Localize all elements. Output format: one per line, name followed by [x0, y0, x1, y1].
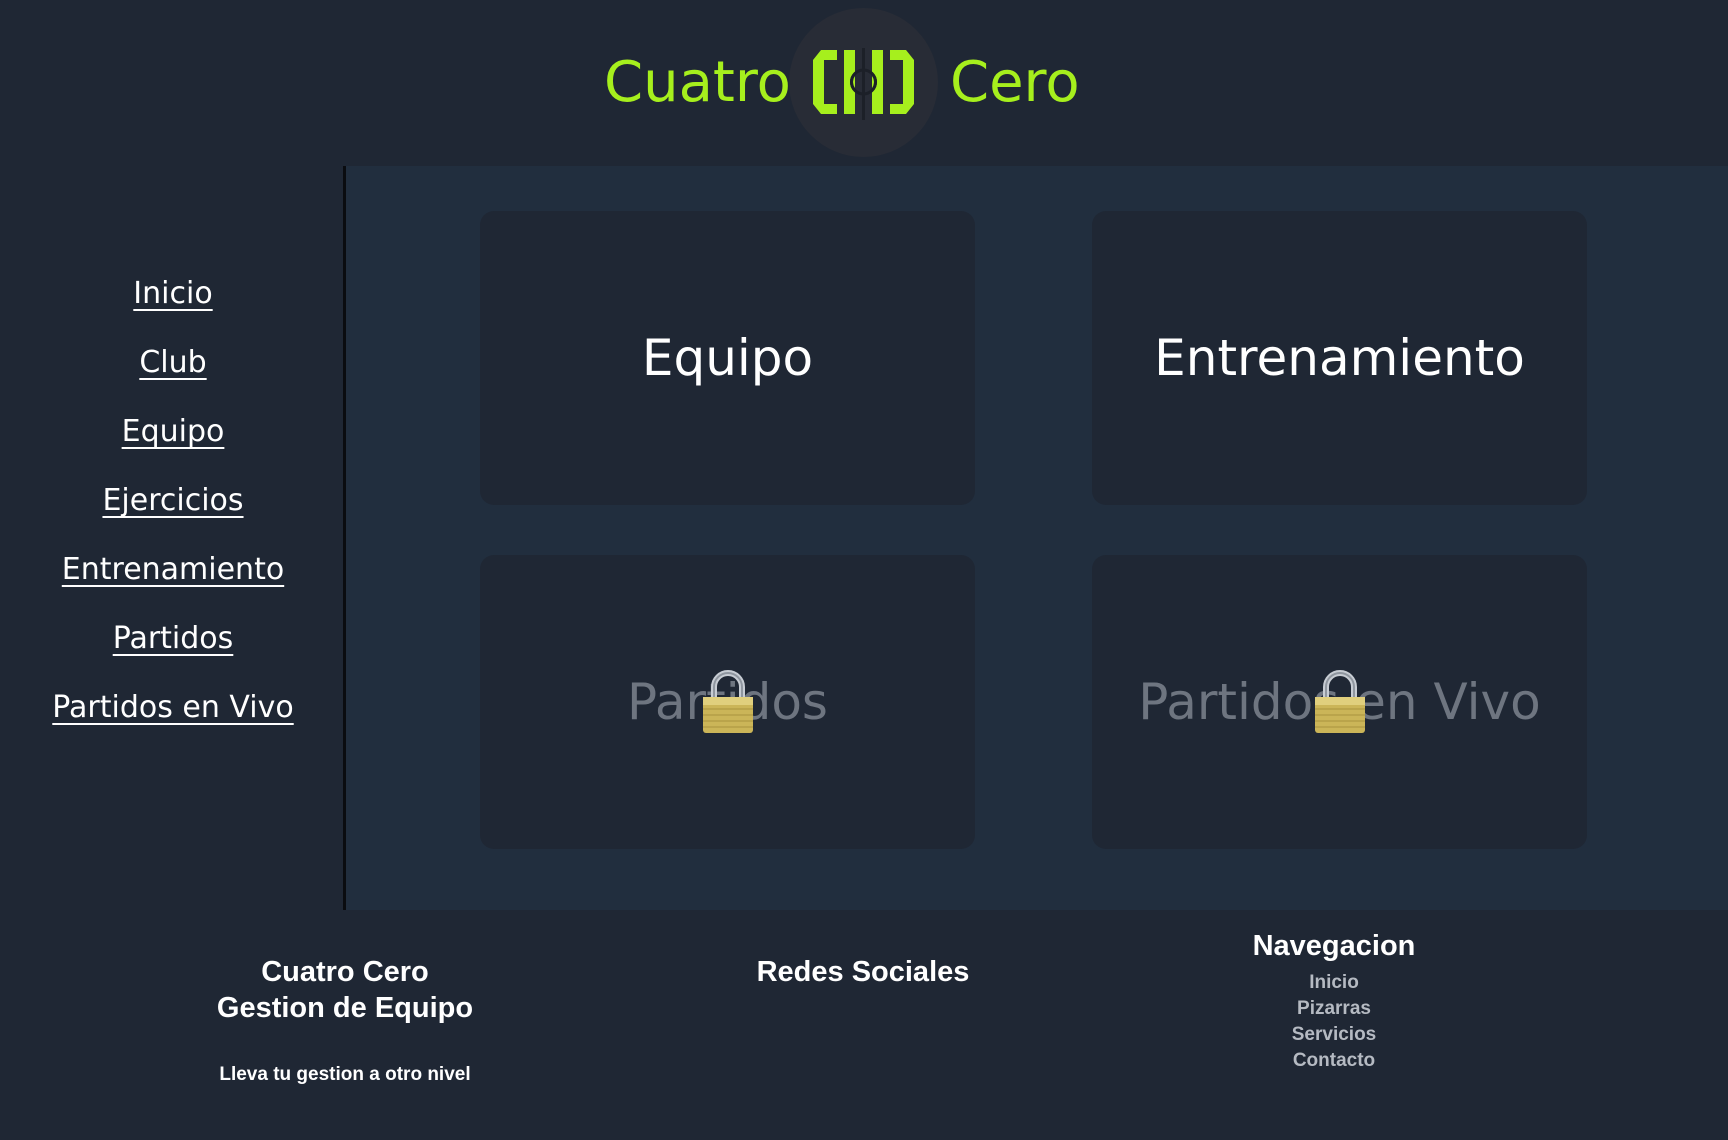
footer-social-column: Redes Sociales — [663, 954, 1063, 990]
sidebar-item-label[interactable]: Partidos en Vivo — [52, 690, 293, 725]
sidebar-item-label[interactable]: Club — [139, 345, 206, 380]
card-partidos[interactable]: Partidos — [480, 555, 975, 849]
footer-brand-column: Cuatro Cero Gestion de Equipo Lleva tu g… — [150, 954, 540, 1086]
sidebar-item-label[interactable]: Equipo — [122, 414, 225, 449]
sidebar-nav: Inicio Club Equipo Ejercicios Entrenamie… — [0, 166, 343, 910]
sidebar-item-label[interactable]: Ejercicios — [102, 483, 243, 518]
sidebar-item-partidos-en-vivo[interactable]: Partidos en Vivo — [0, 688, 346, 728]
site-header: Cuatro Cero — [0, 0, 1728, 166]
brand-name-left: Cuatro — [604, 50, 791, 115]
sidebar-item-inicio[interactable]: Inicio — [0, 274, 346, 314]
footer-brand-title: Cuatro Cero — [261, 956, 429, 988]
card-entrenamiento[interactable]: Entrenamiento — [1092, 211, 1587, 505]
card-title: Equipo — [641, 329, 814, 387]
sidebar-item-label[interactable]: Inicio — [133, 276, 212, 311]
footer-social-heading: Redes Sociales — [756, 956, 970, 988]
padlock-icon — [702, 670, 753, 733]
footer-tagline: Lleva tu gestion a otro nivel — [219, 1064, 471, 1085]
card-title: Entrenamiento — [1154, 329, 1525, 387]
footer-link-pizarras[interactable]: Pizarras — [1134, 996, 1534, 1022]
card-equipo[interactable]: Equipo — [480, 211, 975, 505]
site-footer: Cuatro Cero Gestion de Equipo Lleva tu g… — [0, 910, 1728, 1140]
sidebar-item-label[interactable]: Partidos — [113, 621, 234, 656]
sidebar-item-equipo[interactable]: Equipo — [0, 412, 346, 452]
sidebar-item-entrenamiento[interactable]: Entrenamiento — [0, 550, 346, 590]
sidebar-item-label[interactable]: Entrenamiento — [62, 552, 284, 587]
footer-link-contacto[interactable]: Contacto — [1134, 1048, 1534, 1074]
sidebar-item-club[interactable]: Club — [0, 343, 346, 383]
logo[interactable] — [789, 8, 938, 157]
footer-link-inicio[interactable]: Inicio — [1134, 970, 1534, 996]
footer-navigation-column: Navegacion Inicio Pizarras Servicios Con… — [1134, 928, 1534, 1074]
sidebar-item-partidos[interactable]: Partidos — [0, 619, 346, 659]
logo-bracket-icon — [813, 48, 914, 120]
footer-link-servicios[interactable]: Servicios — [1134, 1022, 1534, 1048]
padlock-icon — [1314, 670, 1365, 733]
main-panel: Equipo Entrenamiento Partidos Partidos e… — [346, 166, 1728, 910]
footer-brand-subtitle: Gestion de Equipo — [216, 992, 474, 1024]
card-partidos-en-vivo[interactable]: Partidos en Vivo — [1092, 555, 1587, 849]
footer-navigation-heading: Navegacion — [1252, 930, 1416, 962]
brand-name-right: Cero — [950, 50, 1080, 115]
sidebar-item-ejercicios[interactable]: Ejercicios — [0, 481, 346, 521]
